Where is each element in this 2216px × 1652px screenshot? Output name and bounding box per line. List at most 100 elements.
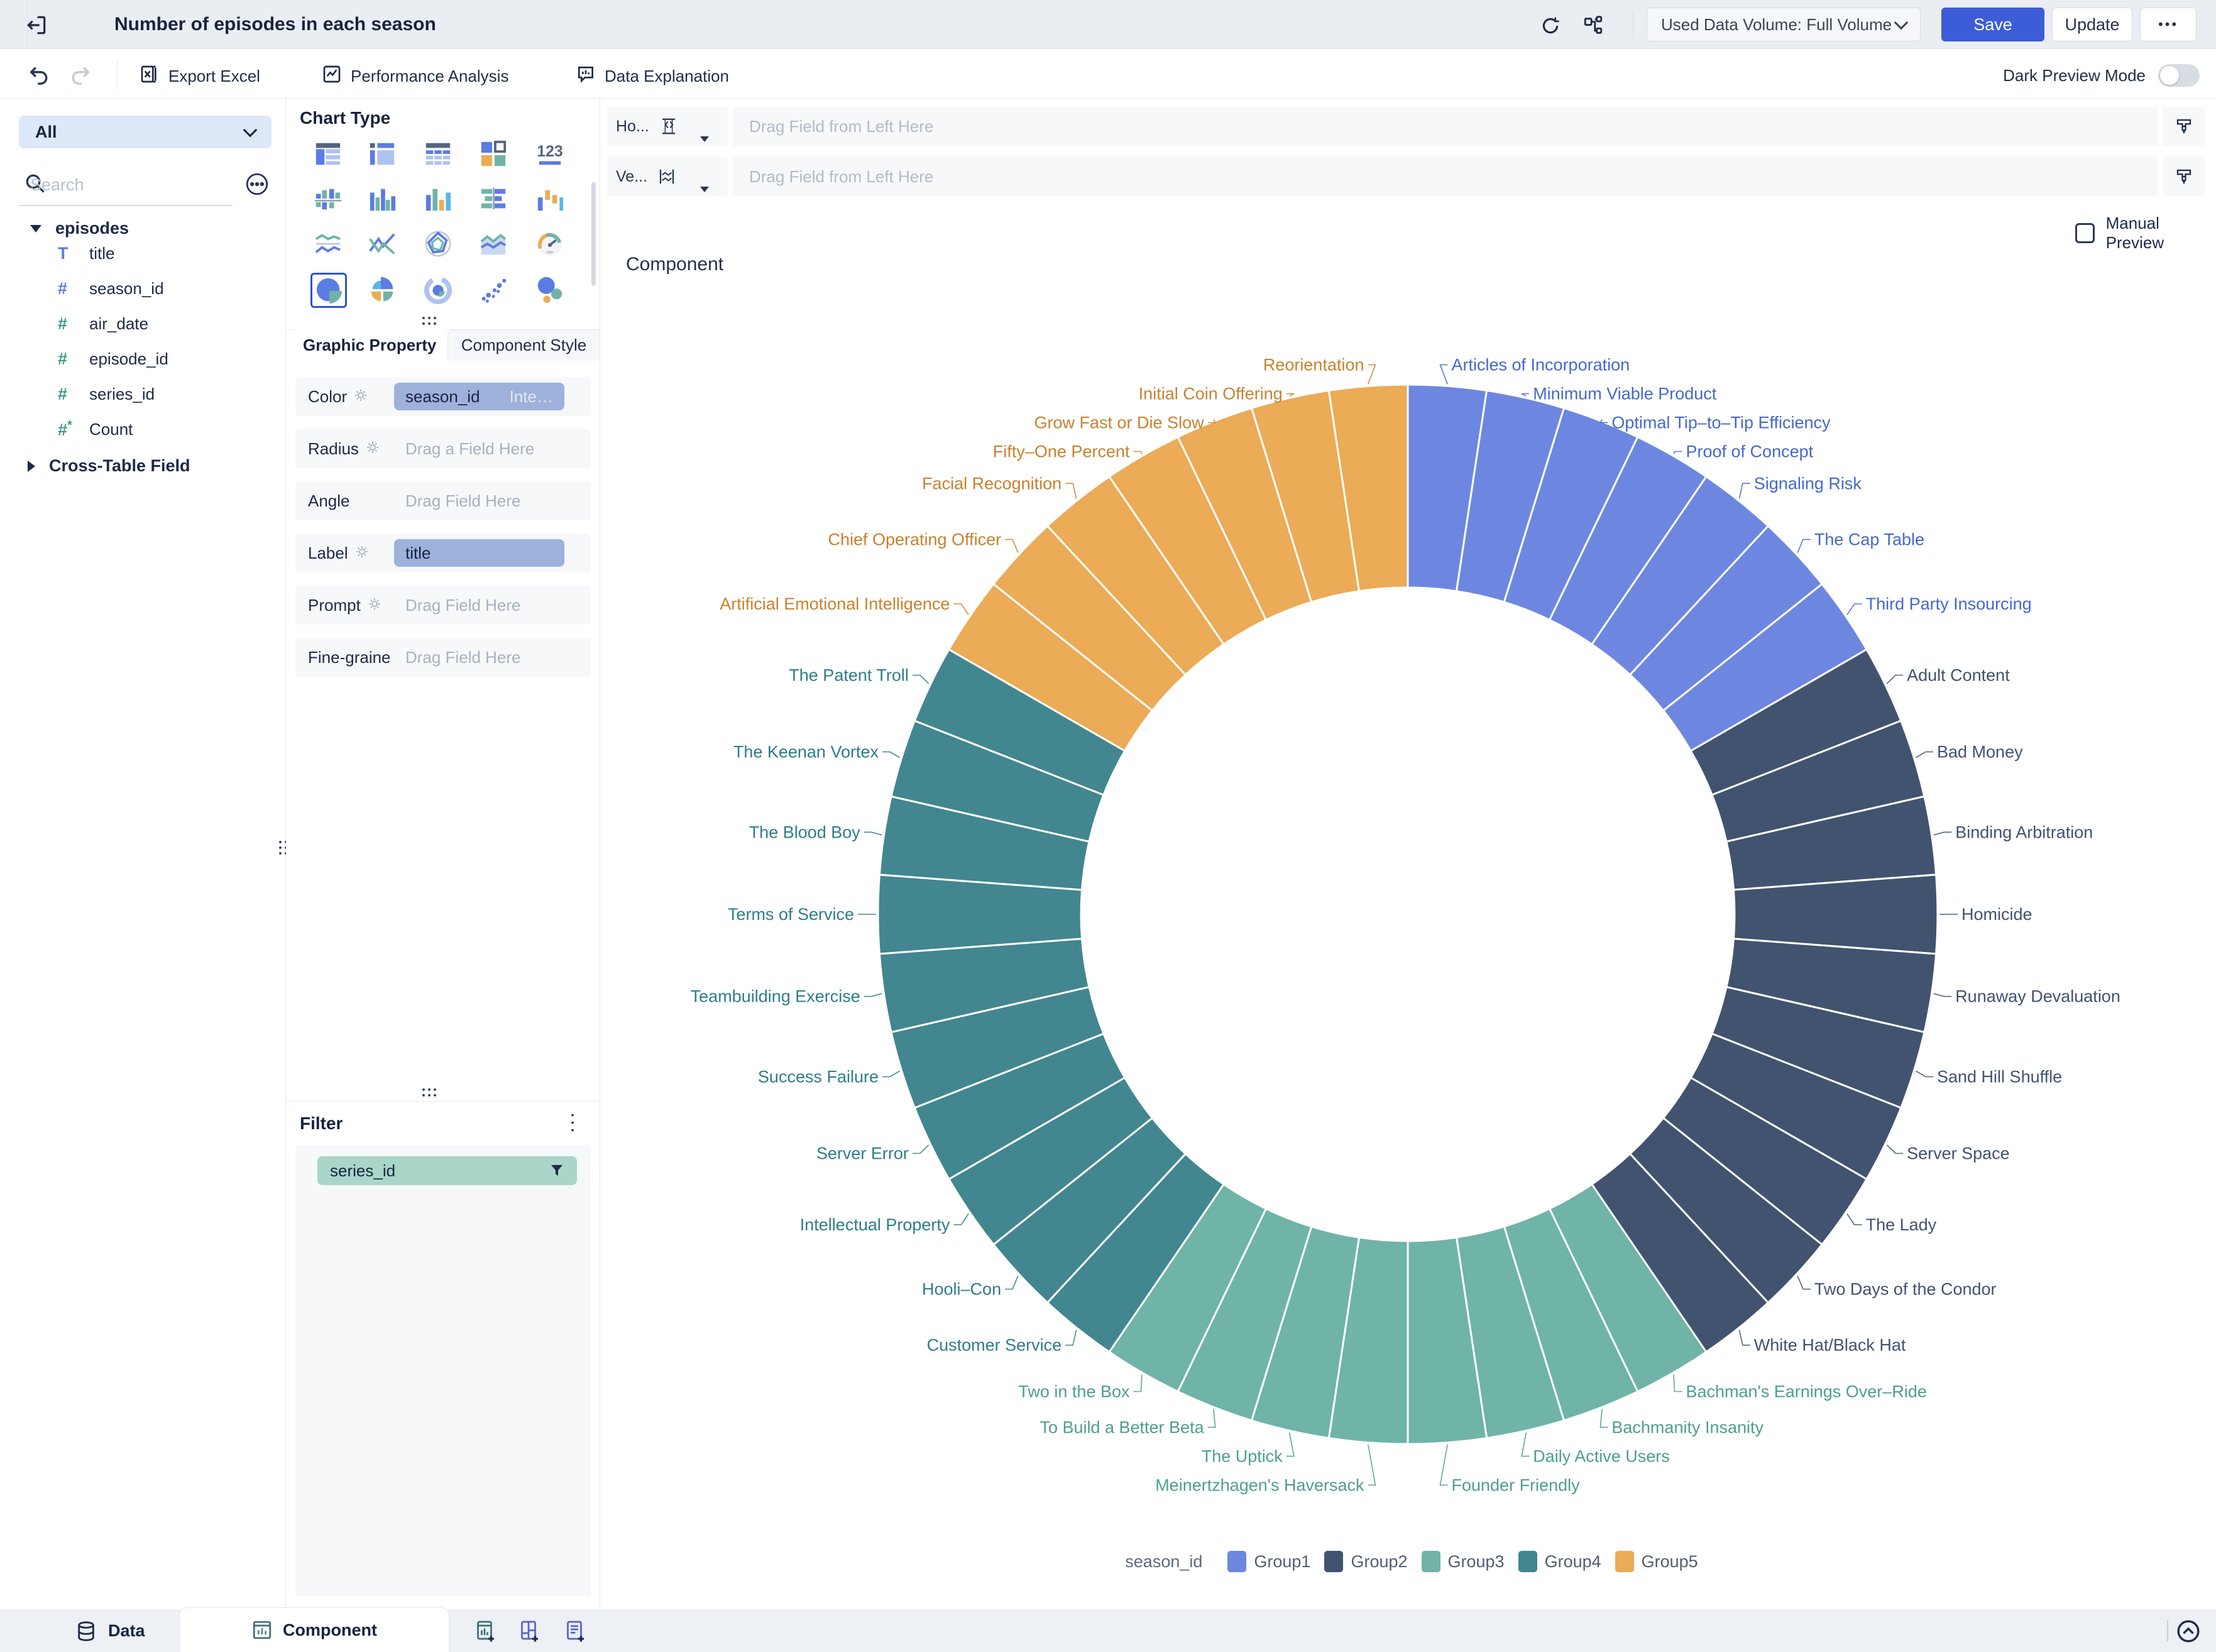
expand-arrow-icon[interactable]: [30, 225, 41, 232]
tree-node-episodes[interactable]: episodes: [30, 219, 129, 238]
charttype-cross-table-icon[interactable]: [424, 139, 453, 168]
refresh-icon[interactable]: [1540, 15, 1561, 36]
charttype-column-icon[interactable]: [368, 185, 397, 214]
filter-pill-series-id[interactable]: series_id: [317, 1156, 577, 1185]
charttype-group-table-icon[interactable]: [314, 139, 343, 168]
save-button[interactable]: Save: [1941, 8, 2044, 41]
gear-icon[interactable]: [365, 440, 380, 458]
field-item-count[interactable]: #* Count: [58, 418, 133, 440]
charttype-detail-table-icon[interactable]: [368, 139, 397, 168]
section-drag-handle[interactable]: [422, 1088, 439, 1100]
legend-item[interactable]: Group1: [1227, 1551, 1310, 1572]
charttype-bubble-icon[interactable]: [535, 276, 564, 305]
table-scope-select[interactable]: All: [19, 116, 272, 148]
filter-drop-area[interactable]: [295, 1145, 591, 1596]
charttype-kpi-icon[interactable]: 123: [535, 139, 564, 168]
charttype-area-icon[interactable]: [479, 229, 508, 258]
legend-label: Group3: [1448, 1552, 1505, 1572]
charttype-scatter-icon[interactable]: [479, 276, 508, 305]
dark-preview-toggle[interactable]: [2158, 64, 2200, 87]
field-item-season-id[interactable]: # season_id: [58, 279, 164, 298]
field-item-series-id[interactable]: # series_id: [58, 385, 155, 404]
slice-label: The Cap Table: [1814, 530, 1924, 549]
data-volume-select[interactable]: Used Data Volume: Full Volume: [1647, 8, 1921, 41]
charttype-scrollbar[interactable]: [591, 182, 596, 286]
lineage-icon[interactable]: [1582, 15, 1604, 36]
charttype-card-icon[interactable]: [479, 139, 508, 168]
tree-node-cross-table[interactable]: Cross-Table Field: [28, 456, 190, 476]
field-item-episode-id[interactable]: # episode_id: [58, 349, 168, 369]
drop-zone-hint[interactable]: Drag Field Here: [405, 596, 521, 615]
tab-graphic-property[interactable]: Graphic Property: [295, 329, 446, 361]
number-field-icon: #: [58, 279, 83, 298]
slice-label: Sand Hill Shuffle: [1937, 1068, 2062, 1086]
add-component-icon[interactable]: [475, 1620, 498, 1643]
slice-label: Founder Friendly: [1452, 1475, 1581, 1494]
search-input[interactable]: [30, 175, 175, 195]
chart-type-title: Chart Type: [300, 108, 390, 128]
charttype-column-multi-icon[interactable]: [424, 185, 453, 214]
horizontal-shelf-brush-icon[interactable]: [2163, 107, 2205, 146]
filter-menu-icon[interactable]: [563, 1111, 582, 1136]
undo-icon[interactable]: [28, 64, 49, 85]
field-pill-season-id[interactable]: season_id Inte…: [394, 383, 564, 410]
charttype-bar-icon[interactable]: [479, 185, 508, 214]
shelf-caret-icon[interactable]: [700, 187, 709, 192]
search-options-icon[interactable]: [244, 171, 270, 197]
legend-label: Group4: [1545, 1552, 1601, 1572]
redo-icon[interactable]: [70, 64, 92, 85]
vertical-shelf-brush-icon[interactable]: [2163, 157, 2205, 196]
shelf-caret-icon[interactable]: [700, 136, 709, 142]
label-leader-line: [1797, 540, 1811, 553]
field-item-air-date[interactable]: # air_date: [58, 314, 148, 334]
gear-icon[interactable]: [354, 544, 370, 562]
prop-row-color: Color season_id Inte…: [295, 377, 591, 416]
add-dashboard-icon[interactable]: [519, 1620, 542, 1643]
charttype-gauge-icon[interactable]: [535, 229, 564, 258]
update-button[interactable]: Update: [2052, 8, 2132, 41]
dark-preview-label: Dark Preview Mode: [2003, 66, 2146, 85]
collapse-panel-icon[interactable]: [2176, 1619, 2201, 1644]
tab-data[interactable]: Data: [75, 1610, 145, 1652]
slice-label: Initial Coin Offering: [1139, 385, 1283, 403]
section-drag-handle[interactable]: [422, 317, 439, 328]
charttype-waterfall-icon[interactable]: [535, 185, 564, 214]
horizontal-shelf-dropzone[interactable]: Drag Field from Left Here: [733, 107, 2158, 146]
back-icon[interactable]: [25, 13, 48, 37]
vertical-shelf-dropzone[interactable]: Drag Field from Left Here: [733, 157, 2158, 196]
add-report-icon[interactable]: [565, 1620, 588, 1643]
legend-item[interactable]: Group3: [1422, 1551, 1505, 1572]
tab-component-active[interactable]: Component: [179, 1607, 449, 1652]
charttype-line-icon[interactable]: [314, 229, 343, 258]
search-field: [19, 165, 233, 206]
tab-component-style[interactable]: Component Style: [447, 329, 600, 361]
number-field-icon: #: [58, 385, 83, 404]
vertical-shelf-label[interactable]: Ve...: [607, 157, 728, 196]
legend-item[interactable]: Group5: [1615, 1551, 1698, 1572]
charttype-rose-icon[interactable]: [368, 276, 397, 305]
label-leader-line: [864, 832, 882, 835]
field-item-title[interactable]: T title: [58, 244, 114, 263]
charttype-donut-icon[interactable]: [424, 276, 453, 305]
drop-zone-hint[interactable]: Drag Field Here: [405, 491, 521, 511]
more-options-button[interactable]: [2140, 8, 2197, 41]
collapsed-arrow-icon[interactable]: [28, 461, 35, 472]
charttype-pie-icon-selected[interactable]: [314, 276, 343, 305]
export-excel-button[interactable]: Export Excel: [140, 64, 260, 89]
data-explanation-button[interactable]: Data Explanation: [576, 64, 729, 89]
charttype-grouped-column-icon[interactable]: [314, 185, 343, 214]
label-leader-line: [1368, 365, 1376, 385]
legend-item[interactable]: Group2: [1324, 1551, 1407, 1572]
drop-zone-hint[interactable]: Drag a Field Here: [405, 439, 534, 459]
performance-analysis-button[interactable]: Performance Analysis: [322, 64, 508, 89]
gear-icon[interactable]: [367, 596, 382, 615]
charttype-multi-line-icon[interactable]: [368, 229, 397, 258]
field-pill-title[interactable]: title: [394, 539, 564, 567]
charttype-radar-icon[interactable]: [424, 229, 453, 258]
slice-label: Adult Content: [1907, 666, 2010, 685]
drop-zone-hint[interactable]: Drag Field Here: [405, 648, 521, 667]
label-leader-line: [1916, 1071, 1933, 1076]
legend-item[interactable]: Group4: [1518, 1551, 1601, 1572]
horizontal-shelf-label[interactable]: Ho...: [607, 107, 728, 146]
gear-icon[interactable]: [353, 388, 368, 406]
